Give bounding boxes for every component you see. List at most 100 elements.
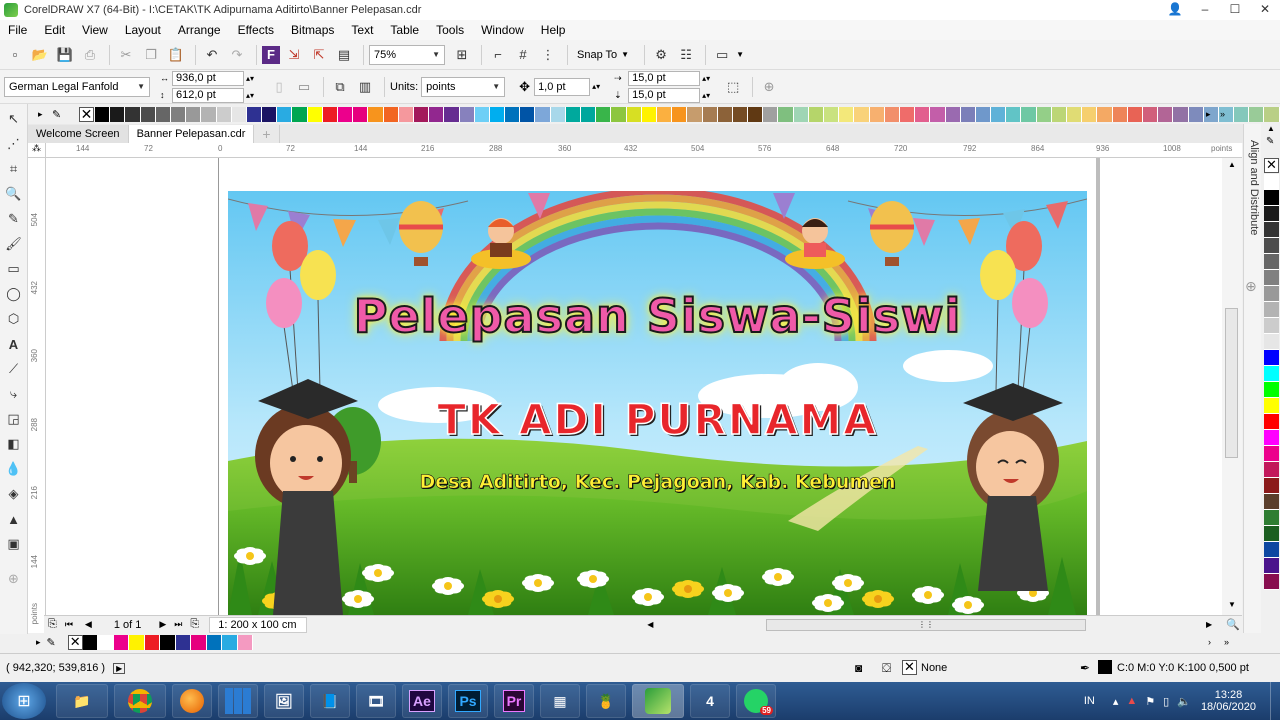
palette-swatch[interactable] bbox=[1036, 107, 1052, 122]
user-icon[interactable]: 👤 bbox=[1160, 0, 1190, 20]
snap-to-menu[interactable]: Snap To bbox=[577, 49, 617, 61]
current-page-icon[interactable]: ▥ bbox=[354, 76, 376, 98]
palette-swatch[interactable] bbox=[1264, 238, 1279, 254]
palette-swatch[interactable] bbox=[930, 107, 946, 122]
palette-swatch[interactable] bbox=[1082, 107, 1098, 122]
palette-swatch[interactable] bbox=[1021, 107, 1037, 122]
palette-swatch[interactable] bbox=[1067, 107, 1083, 122]
palette-swatch[interactable] bbox=[672, 107, 688, 122]
ruler-origin[interactable]: ⁂ bbox=[28, 143, 46, 158]
palette-swatch[interactable] bbox=[763, 107, 779, 122]
tab-welcome-screen[interactable]: Welcome Screen bbox=[28, 125, 129, 143]
add-page-before-icon[interactable]: ⎘ bbox=[48, 618, 57, 631]
spin-icon[interactable]: ▴▾ bbox=[592, 82, 600, 91]
add-page-after-icon[interactable]: ⎘ bbox=[190, 618, 199, 631]
palette-swatch[interactable] bbox=[520, 107, 536, 122]
taskbar-calculator[interactable]: ▦ bbox=[540, 684, 580, 718]
palette-swatch[interactable] bbox=[413, 107, 430, 122]
palette-swatch[interactable] bbox=[869, 107, 885, 122]
show-grid-icon[interactable]: # bbox=[512, 44, 534, 66]
palette-swatch[interactable] bbox=[1188, 107, 1204, 122]
palette-swatch[interactable] bbox=[170, 107, 187, 122]
status-play-icon[interactable]: ▶ bbox=[113, 662, 126, 674]
palette-swatch[interactable] bbox=[292, 107, 308, 122]
show-desktop-button[interactable] bbox=[1270, 682, 1280, 720]
palette-swatch[interactable] bbox=[884, 107, 900, 122]
no-color-swatch[interactable]: ✕ bbox=[1264, 158, 1279, 173]
ellipse-tool-icon[interactable]: ◯ bbox=[3, 283, 25, 305]
palette-swatch[interactable] bbox=[975, 107, 992, 122]
palette-swatch[interactable] bbox=[505, 107, 521, 122]
palette-swatch[interactable] bbox=[1264, 270, 1279, 286]
menu-edit[interactable]: Edit bbox=[44, 23, 65, 37]
taskbar-photoshop[interactable]: Ps bbox=[448, 684, 488, 718]
vertical-scrollbar[interactable]: ▲ ▼ bbox=[1222, 158, 1242, 615]
smart-fill-icon[interactable]: ▲ bbox=[3, 508, 25, 530]
doc-palette-expand-icon[interactable]: » bbox=[1224, 637, 1229, 647]
palette-swatch[interactable] bbox=[1264, 430, 1279, 446]
palette-swatch[interactable] bbox=[550, 107, 566, 122]
add-tool-icon[interactable]: ⊕ bbox=[758, 76, 780, 98]
doc-palette-swatch[interactable] bbox=[206, 634, 223, 650]
color-proof-icon[interactable]: ◙ bbox=[855, 661, 862, 675]
no-color-swatch[interactable]: ✕ bbox=[67, 634, 83, 650]
menu-bitmaps[interactable]: Bitmaps bbox=[291, 23, 334, 37]
publish-pdf-icon[interactable]: ▤ bbox=[333, 44, 355, 66]
palette-scroll-left-icon[interactable]: ▸ bbox=[38, 109, 43, 120]
palette-swatch[interactable] bbox=[793, 107, 809, 122]
taskbar-premiere[interactable]: Pr bbox=[494, 684, 534, 718]
palette-swatch[interactable] bbox=[596, 107, 612, 122]
portrait-icon[interactable]: ▯ bbox=[268, 76, 290, 98]
add-docker-icon[interactable]: ⊕ bbox=[1245, 278, 1257, 295]
paper-size-select[interactable]: German Legal Fanfold ▼ bbox=[4, 76, 150, 97]
palette-swatch[interactable] bbox=[1264, 542, 1279, 558]
palette-swatch[interactable] bbox=[808, 107, 824, 122]
palette-swatch[interactable] bbox=[778, 107, 794, 122]
prev-page-icon[interactable]: ◀ bbox=[85, 619, 92, 630]
banner-artwork[interactable]: Pelepasan Siswa-Siswi TK ADI PURNAMA Des… bbox=[228, 191, 1087, 615]
eyedropper-icon[interactable]: ✎ bbox=[47, 636, 56, 649]
import-icon[interactable]: ⇲ bbox=[283, 44, 305, 66]
palette-swatch[interactable] bbox=[611, 107, 627, 122]
palette-swatch[interactable] bbox=[1097, 107, 1113, 122]
palette-menu-icon[interactable]: » bbox=[1220, 109, 1225, 119]
palette-swatch[interactable] bbox=[277, 107, 293, 122]
palette-swatch[interactable] bbox=[1234, 107, 1250, 122]
palette-scroll-up-icon[interactable]: ▲ bbox=[1267, 124, 1275, 133]
palette-swatch[interactable] bbox=[1264, 174, 1279, 190]
taskbar-store[interactable]: 🍍 bbox=[586, 684, 626, 718]
palette-swatch[interactable] bbox=[1264, 206, 1279, 222]
palette-swatch[interactable] bbox=[1264, 446, 1279, 462]
search-content-icon[interactable]: F bbox=[262, 45, 280, 64]
palette-swatch[interactable] bbox=[322, 107, 338, 122]
palette-swatch[interactable] bbox=[398, 107, 414, 122]
horizontal-ruler[interactable]: 144 72 0 72 144 216 288 360 432 504 576 648 720 792 86… bbox=[46, 143, 1242, 158]
scroll-up-icon[interactable]: ▲ bbox=[1228, 160, 1236, 169]
crop-tool-icon[interactable]: ⌗ bbox=[3, 158, 25, 180]
palette-swatch[interactable] bbox=[246, 107, 263, 122]
welcome-screen-icon[interactable]: ▭ bbox=[711, 44, 733, 66]
banner-address[interactable]: Desa Aditirto, Kec. Pejagoan, Kab. Kebum… bbox=[228, 471, 1087, 494]
shape-tool-icon[interactable]: ⋰ bbox=[3, 133, 25, 155]
palette-swatch[interactable] bbox=[565, 107, 581, 122]
close-button[interactable]: ✕ bbox=[1250, 0, 1280, 20]
taskbar-notes[interactable]: 📘 bbox=[310, 684, 350, 718]
palette-swatch[interactable] bbox=[444, 107, 460, 122]
palette-swatch[interactable] bbox=[429, 107, 445, 122]
navigator-icon[interactable]: 🔍 bbox=[1226, 618, 1240, 631]
palette-swatch[interactable] bbox=[1142, 107, 1159, 122]
last-page-icon[interactable]: ⏭ bbox=[174, 619, 182, 630]
banner-title[interactable]: Pelepasan Siswa-Siswi bbox=[228, 288, 1087, 344]
doc-palette-swatch[interactable] bbox=[191, 634, 207, 650]
language-indicator[interactable]: IN bbox=[1084, 695, 1095, 707]
palette-swatch[interactable] bbox=[581, 107, 597, 122]
palette-swatch[interactable] bbox=[383, 107, 399, 122]
palette-swatch[interactable] bbox=[201, 107, 217, 122]
palette-swatch[interactable] bbox=[1264, 334, 1279, 350]
palette-swatch[interactable] bbox=[732, 107, 749, 122]
new-document-icon[interactable]: ▫ bbox=[4, 44, 26, 66]
doc-palette-menu-icon[interactable]: ▸ bbox=[36, 637, 41, 648]
copy-icon[interactable]: ❐ bbox=[140, 44, 162, 66]
palette-swatch[interactable] bbox=[307, 107, 323, 122]
palette-swatch[interactable] bbox=[717, 107, 733, 122]
